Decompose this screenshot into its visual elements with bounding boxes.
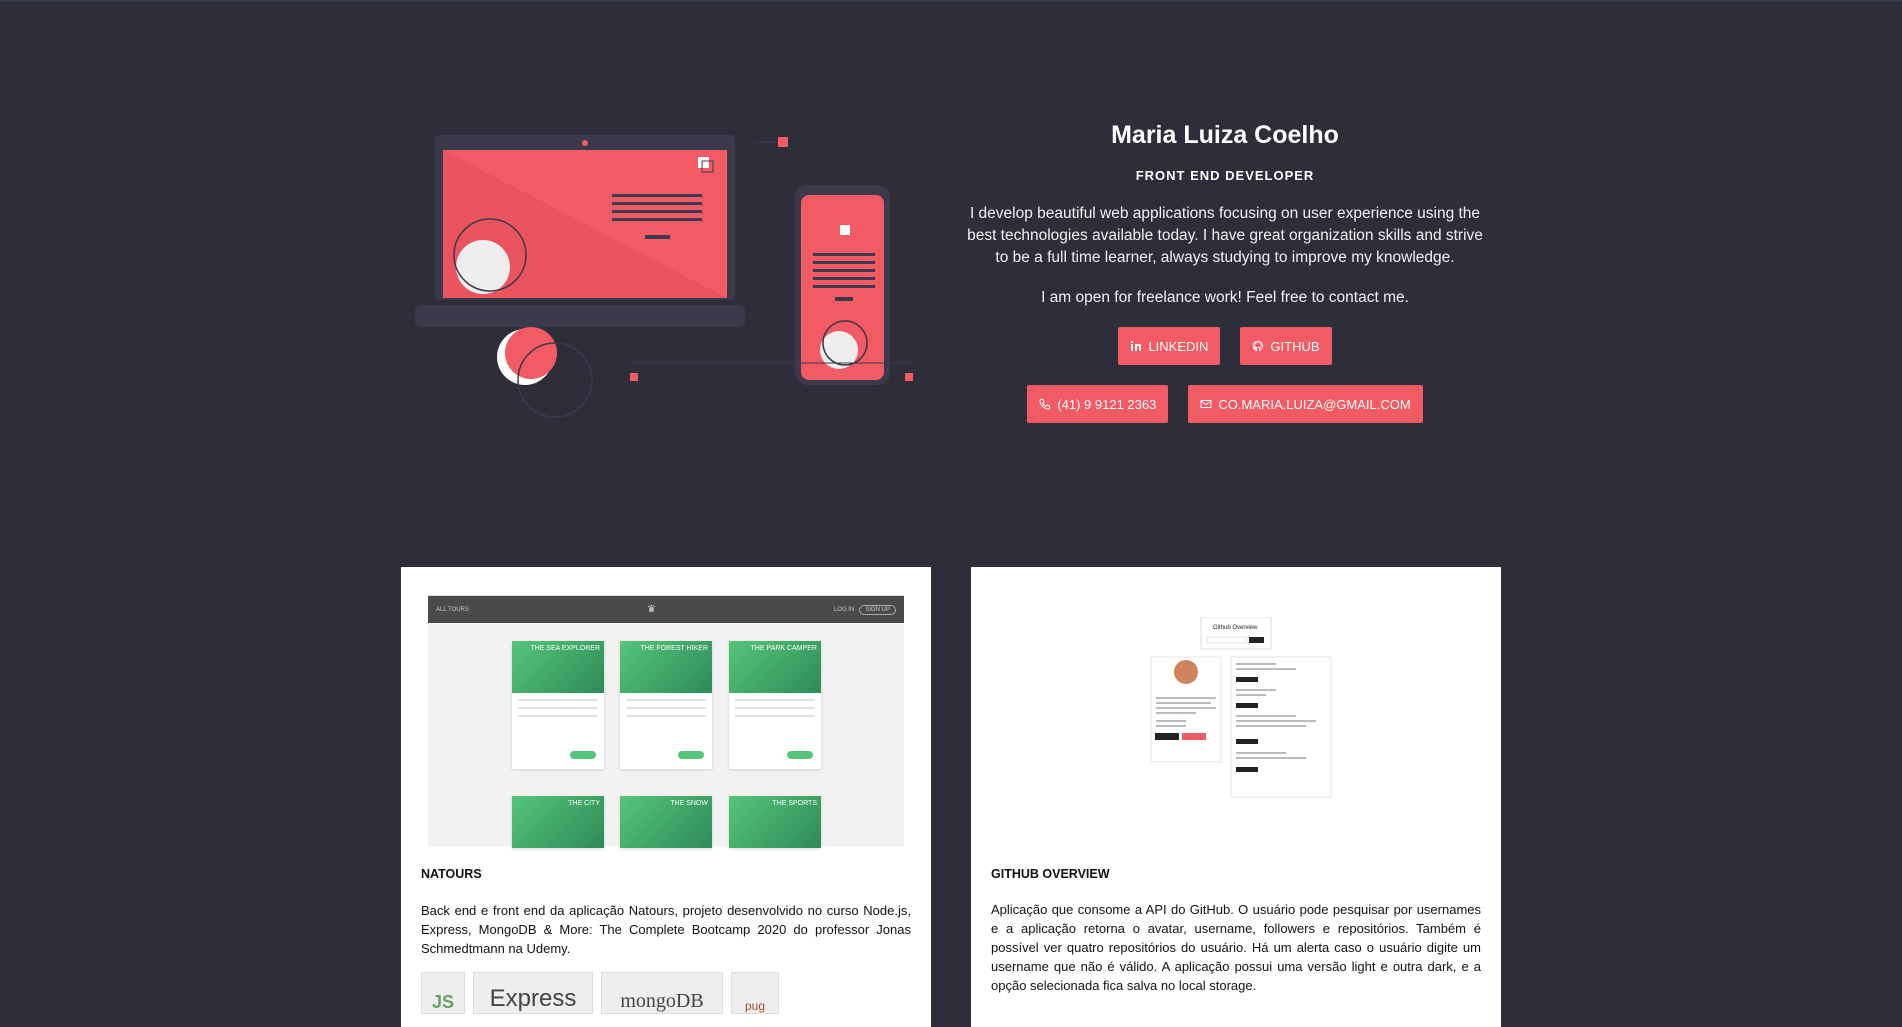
email-button[interactable]: CO.MARIA.LUIZA@GMAIL.COM (1188, 385, 1423, 423)
phone-icon (1039, 399, 1051, 410)
tour-name: THE SPORTS (729, 796, 821, 848)
tour-card: THE SPORTS (729, 796, 821, 848)
tour-name: THE CITY (512, 796, 604, 848)
natours-navbar: ALL TOURS ♛ LOG IN SIGN UP (428, 596, 904, 623)
contact-buttons: (41) 9 9121 2363 CO.MARIA.LUIZA@GMAIL.CO… (965, 385, 1485, 423)
project-description: Back end e front end da aplicação Natour… (421, 903, 911, 956)
linkedin-button[interactable]: LINKEDIN (1118, 327, 1221, 365)
email-label: CO.MARIA.LUIZA@GMAIL.COM (1218, 396, 1411, 412)
natours-login: LOG IN (833, 606, 855, 613)
tour-card: THE FOREST HIKER (620, 641, 712, 769)
phone-button[interactable]: (41) 9 9121 2363 (1027, 385, 1169, 423)
phone-label: (41) 9 9121 2363 (1057, 396, 1157, 412)
tour-name: THE SEA EXPLORER (512, 641, 604, 693)
mongodb-logo: mongoDB (601, 972, 723, 1014)
profile-bio: I develop beautiful web applications foc… (967, 205, 1483, 266)
nodejs-logo: JS (421, 972, 465, 1014)
natours-brand: ALL TOURS (436, 606, 469, 613)
project-title: GITHUB OVERVIEW (991, 867, 1110, 881)
tour-name: THE SNOW (620, 796, 712, 848)
tour-card: THE CITY (512, 796, 604, 848)
github-icon (1253, 340, 1264, 352)
natours-logo-icon: ♛ (646, 604, 656, 615)
github-overview-screenshot: Github Overview (1150, 617, 1332, 798)
profile-section: Maria Luiza Coelho FRONT END DEVELOPER I… (965, 120, 1485, 423)
natours-signup: SIGN UP (859, 604, 896, 615)
github-label: GITHUB (1270, 338, 1320, 354)
project-card-github-overview[interactable]: Github Overview GITHUB OVERVIEW Aplicaçã… (971, 567, 1501, 1027)
natours-auth: LOG IN SIGN UP (833, 604, 896, 615)
profile-role: FRONT END DEVELOPER (1135, 168, 1315, 183)
top-border (0, 0, 1902, 2)
tour-name: THE PARK CAMPER (729, 641, 821, 693)
tour-name: THE FOREST HIKER (620, 641, 712, 693)
github-button[interactable]: GITHUB (1240, 327, 1332, 365)
express-logo: Express (473, 972, 593, 1014)
project-card-natours[interactable]: ALL TOURS ♛ LOG IN SIGN UP THE SEA EXPLO… (401, 567, 931, 1027)
linkedin-icon (1131, 340, 1142, 351)
linkedin-label: LINKEDIN (1148, 338, 1209, 354)
pug-logo: pug (731, 972, 779, 1014)
tour-card: THE PARK CAMPER (729, 641, 821, 769)
social-buttons: LINKEDIN GITHUB (965, 327, 1485, 365)
profile-name: Maria Luiza Coelho (1111, 121, 1339, 149)
project-description: Aplicação que consome a API do GitHub. O… (991, 902, 1481, 993)
hero-illustration (415, 135, 915, 418)
natours-screenshot: ALL TOURS ♛ LOG IN SIGN UP THE SEA EXPLO… (428, 595, 904, 848)
github-overview-title: Github Overview (1213, 625, 1258, 631)
mail-icon (1200, 400, 1212, 408)
tech-stack: JS Express mongoDB pug (421, 972, 779, 1014)
tour-card: THE SEA EXPLORER (512, 641, 604, 769)
freelance-note: I am open for freelance work! Feel free … (1041, 289, 1409, 306)
project-title: NATOURS (421, 867, 482, 881)
tour-card: THE SNOW (620, 796, 712, 848)
